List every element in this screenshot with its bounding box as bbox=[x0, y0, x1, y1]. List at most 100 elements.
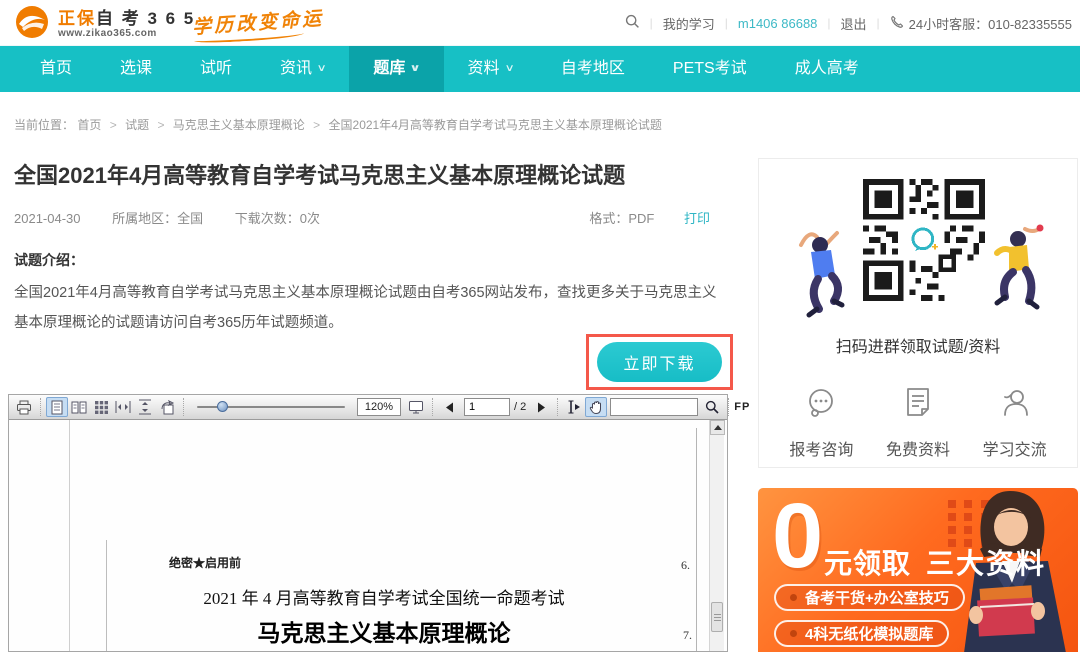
nav-item-adult-gaokao[interactable]: 成人高考 bbox=[771, 46, 883, 92]
doc-margin-number: 6. bbox=[681, 558, 690, 573]
breadcrumb-subject[interactable]: 马克思主义基本原理概论 bbox=[173, 118, 305, 132]
rotate-page-icon[interactable] bbox=[156, 397, 178, 417]
nav-item-audition[interactable]: 试听 bbox=[176, 46, 256, 92]
scroll-up-icon[interactable] bbox=[710, 420, 725, 435]
quick-link-free-materials[interactable]: 免费资料 bbox=[886, 385, 950, 460]
divider: | bbox=[725, 16, 728, 30]
bullet-dot bbox=[790, 630, 797, 637]
quick-link-label: 学习交流 bbox=[983, 436, 1047, 460]
download-highlight-box: 立即下载 bbox=[586, 334, 733, 390]
toolbar-divider bbox=[432, 398, 433, 416]
download-count: 下载次数：0次 bbox=[235, 211, 320, 226]
banner-headline-2: 三大资料 bbox=[926, 542, 1046, 582]
chevron-down-icon: ∨ bbox=[410, 46, 421, 92]
username-link[interactable]: m1406 86688 bbox=[738, 16, 818, 31]
download-button[interactable]: 立即下载 bbox=[597, 342, 722, 382]
nav-item-courses[interactable]: 选课 bbox=[96, 46, 176, 92]
zoom-level-value[interactable]: 120% bbox=[357, 398, 401, 416]
breadcrumb-home[interactable]: 首页 bbox=[77, 118, 101, 132]
nav-item-question-bank[interactable]: 题库∨ bbox=[349, 46, 443, 92]
header-utilities: | 我的学习 | m1406 86688 | 退出 | 24小时客服：010-8… bbox=[625, 0, 1072, 46]
customer-service-text: 24小时客服：010-82335555 bbox=[909, 14, 1072, 33]
breadcrumb-separator: > bbox=[313, 118, 320, 132]
divider: | bbox=[827, 16, 830, 30]
quick-link-consult[interactable]: 报考咨询 bbox=[789, 385, 853, 460]
scrollbar-thumb[interactable] bbox=[711, 602, 723, 632]
banner-zero: 0 bbox=[772, 490, 823, 582]
fit-height-icon[interactable] bbox=[134, 397, 156, 417]
pdf-search-input[interactable] bbox=[610, 398, 698, 416]
toolbar-divider bbox=[183, 398, 184, 416]
nav-item-regions[interactable]: 自考地区 bbox=[537, 46, 649, 92]
doc-exam-session-line: 2021 年 4 月高等教育自学考试全国统一命题考试 bbox=[159, 584, 609, 609]
print-icon[interactable] bbox=[13, 397, 35, 417]
previous-page-icon[interactable] bbox=[438, 397, 460, 417]
toolbar-divider bbox=[40, 398, 41, 416]
page: 正保自 考 3 6 5 www.zikao365.com 学历改变命运 | 我的… bbox=[0, 0, 1080, 652]
format-value: PDF bbox=[628, 211, 654, 226]
publish-date: 2021-04-30 bbox=[14, 211, 81, 226]
qr-code bbox=[863, 179, 985, 306]
breadcrumb-exams[interactable]: 试题 bbox=[125, 118, 149, 132]
breadcrumb-prefix: 当前位置： bbox=[14, 118, 74, 132]
two-page-view-icon[interactable] bbox=[68, 397, 90, 417]
nav-item-home[interactable]: 首页 bbox=[16, 46, 96, 92]
nav-label: 资料 bbox=[468, 46, 500, 92]
pdf-search-icon[interactable] bbox=[701, 397, 723, 417]
page-margin-line bbox=[106, 540, 107, 651]
my-learning-link[interactable]: 我的学习 bbox=[663, 14, 715, 33]
person-illustration-right bbox=[985, 223, 1047, 324]
toolbar-divider bbox=[728, 398, 729, 416]
nav-item-news[interactable]: 资讯∨ bbox=[256, 46, 349, 92]
zoom-slider-thumb[interactable] bbox=[217, 401, 228, 412]
text-select-tool-icon[interactable] bbox=[563, 397, 585, 417]
next-page-icon[interactable] bbox=[530, 397, 552, 417]
format-label: 格式： bbox=[589, 211, 628, 226]
document-icon bbox=[900, 385, 936, 426]
zoom-slider[interactable] bbox=[195, 397, 347, 417]
fullscreen-monitor-icon[interactable] bbox=[405, 397, 427, 417]
page-edge-line bbox=[69, 420, 70, 651]
nav-item-materials[interactable]: 资料∨ bbox=[444, 46, 537, 92]
download-count-label: 下载次数： bbox=[235, 211, 300, 226]
brand-url: www.zikao365.com bbox=[58, 28, 195, 39]
nav-item-pets-exam[interactable]: PETS考试 bbox=[649, 46, 771, 92]
promo-banner[interactable]: 0 元领取 三大资料 备考干货+办公室技巧 4科无纸化模拟题库 bbox=[758, 488, 1078, 652]
intro-heading: 试题介绍： bbox=[14, 250, 84, 270]
banner-headline-1: 元领取 bbox=[824, 542, 911, 582]
nav-label: 选课 bbox=[120, 46, 152, 92]
person-icon bbox=[997, 385, 1033, 426]
print-link[interactable]: 打印 bbox=[684, 211, 710, 226]
qr-illustration bbox=[759, 159, 1077, 329]
breadcrumb: 当前位置： 首页 > 试题 > 马克思主义基本原理概论 > 全国2021年4月高… bbox=[14, 116, 662, 133]
doc-classified-text: 绝密★启用前 bbox=[169, 554, 241, 571]
pdf-plugin-brand: FP bbox=[734, 401, 750, 413]
single-page-view-icon[interactable] bbox=[46, 397, 68, 417]
quick-link-study-exchange[interactable]: 学习交流 bbox=[983, 385, 1047, 460]
banner-bullet-2: 4科无纸化模拟题库 bbox=[774, 620, 949, 647]
breadcrumb-current-page: 全国2021年4月高等教育自学考试马克思主义基本原理概论试题 bbox=[329, 118, 662, 132]
brand-logo[interactable]: 正保自 考 3 6 5 www.zikao365.com bbox=[14, 4, 195, 45]
hand-tool-icon[interactable] bbox=[585, 397, 607, 417]
nav-label: 首页 bbox=[40, 46, 72, 92]
pdf-scrollbar[interactable] bbox=[709, 420, 724, 651]
divider: | bbox=[877, 16, 880, 30]
brand-logo-icon bbox=[14, 4, 50, 45]
meta-right: 格式：PDF 打印 bbox=[589, 208, 710, 227]
page-number-input[interactable] bbox=[464, 398, 510, 416]
banner-bullet-text: 备考干货+办公室技巧 bbox=[805, 587, 949, 608]
doc-margin-number: 7. bbox=[683, 628, 692, 643]
chevron-down-icon: ∨ bbox=[317, 46, 327, 92]
thumbnail-grid-view-icon[interactable] bbox=[90, 397, 112, 417]
search-icon[interactable] bbox=[625, 14, 640, 32]
doc-exam-title: 马克思主义基本原理概论 bbox=[159, 614, 609, 648]
quick-links: 报考咨询 免费资料 学习交流 bbox=[759, 385, 1077, 460]
fit-width-icon[interactable] bbox=[112, 397, 134, 417]
banner-bullet-1: 备考干货+办公室技巧 bbox=[774, 584, 965, 611]
pdf-document-area[interactable]: 绝密★启用前 2021 年 4 月高等教育自学考试全国统一命题考试 马克思主义基… bbox=[9, 420, 727, 651]
nav-label: 题库 bbox=[373, 46, 405, 92]
top-header: 正保自 考 3 6 5 www.zikao365.com 学历改变命运 | 我的… bbox=[0, 0, 1080, 46]
logout-link[interactable]: 退出 bbox=[841, 14, 867, 33]
breadcrumb-separator: > bbox=[157, 118, 164, 132]
download-count-value: 0次 bbox=[300, 211, 320, 226]
